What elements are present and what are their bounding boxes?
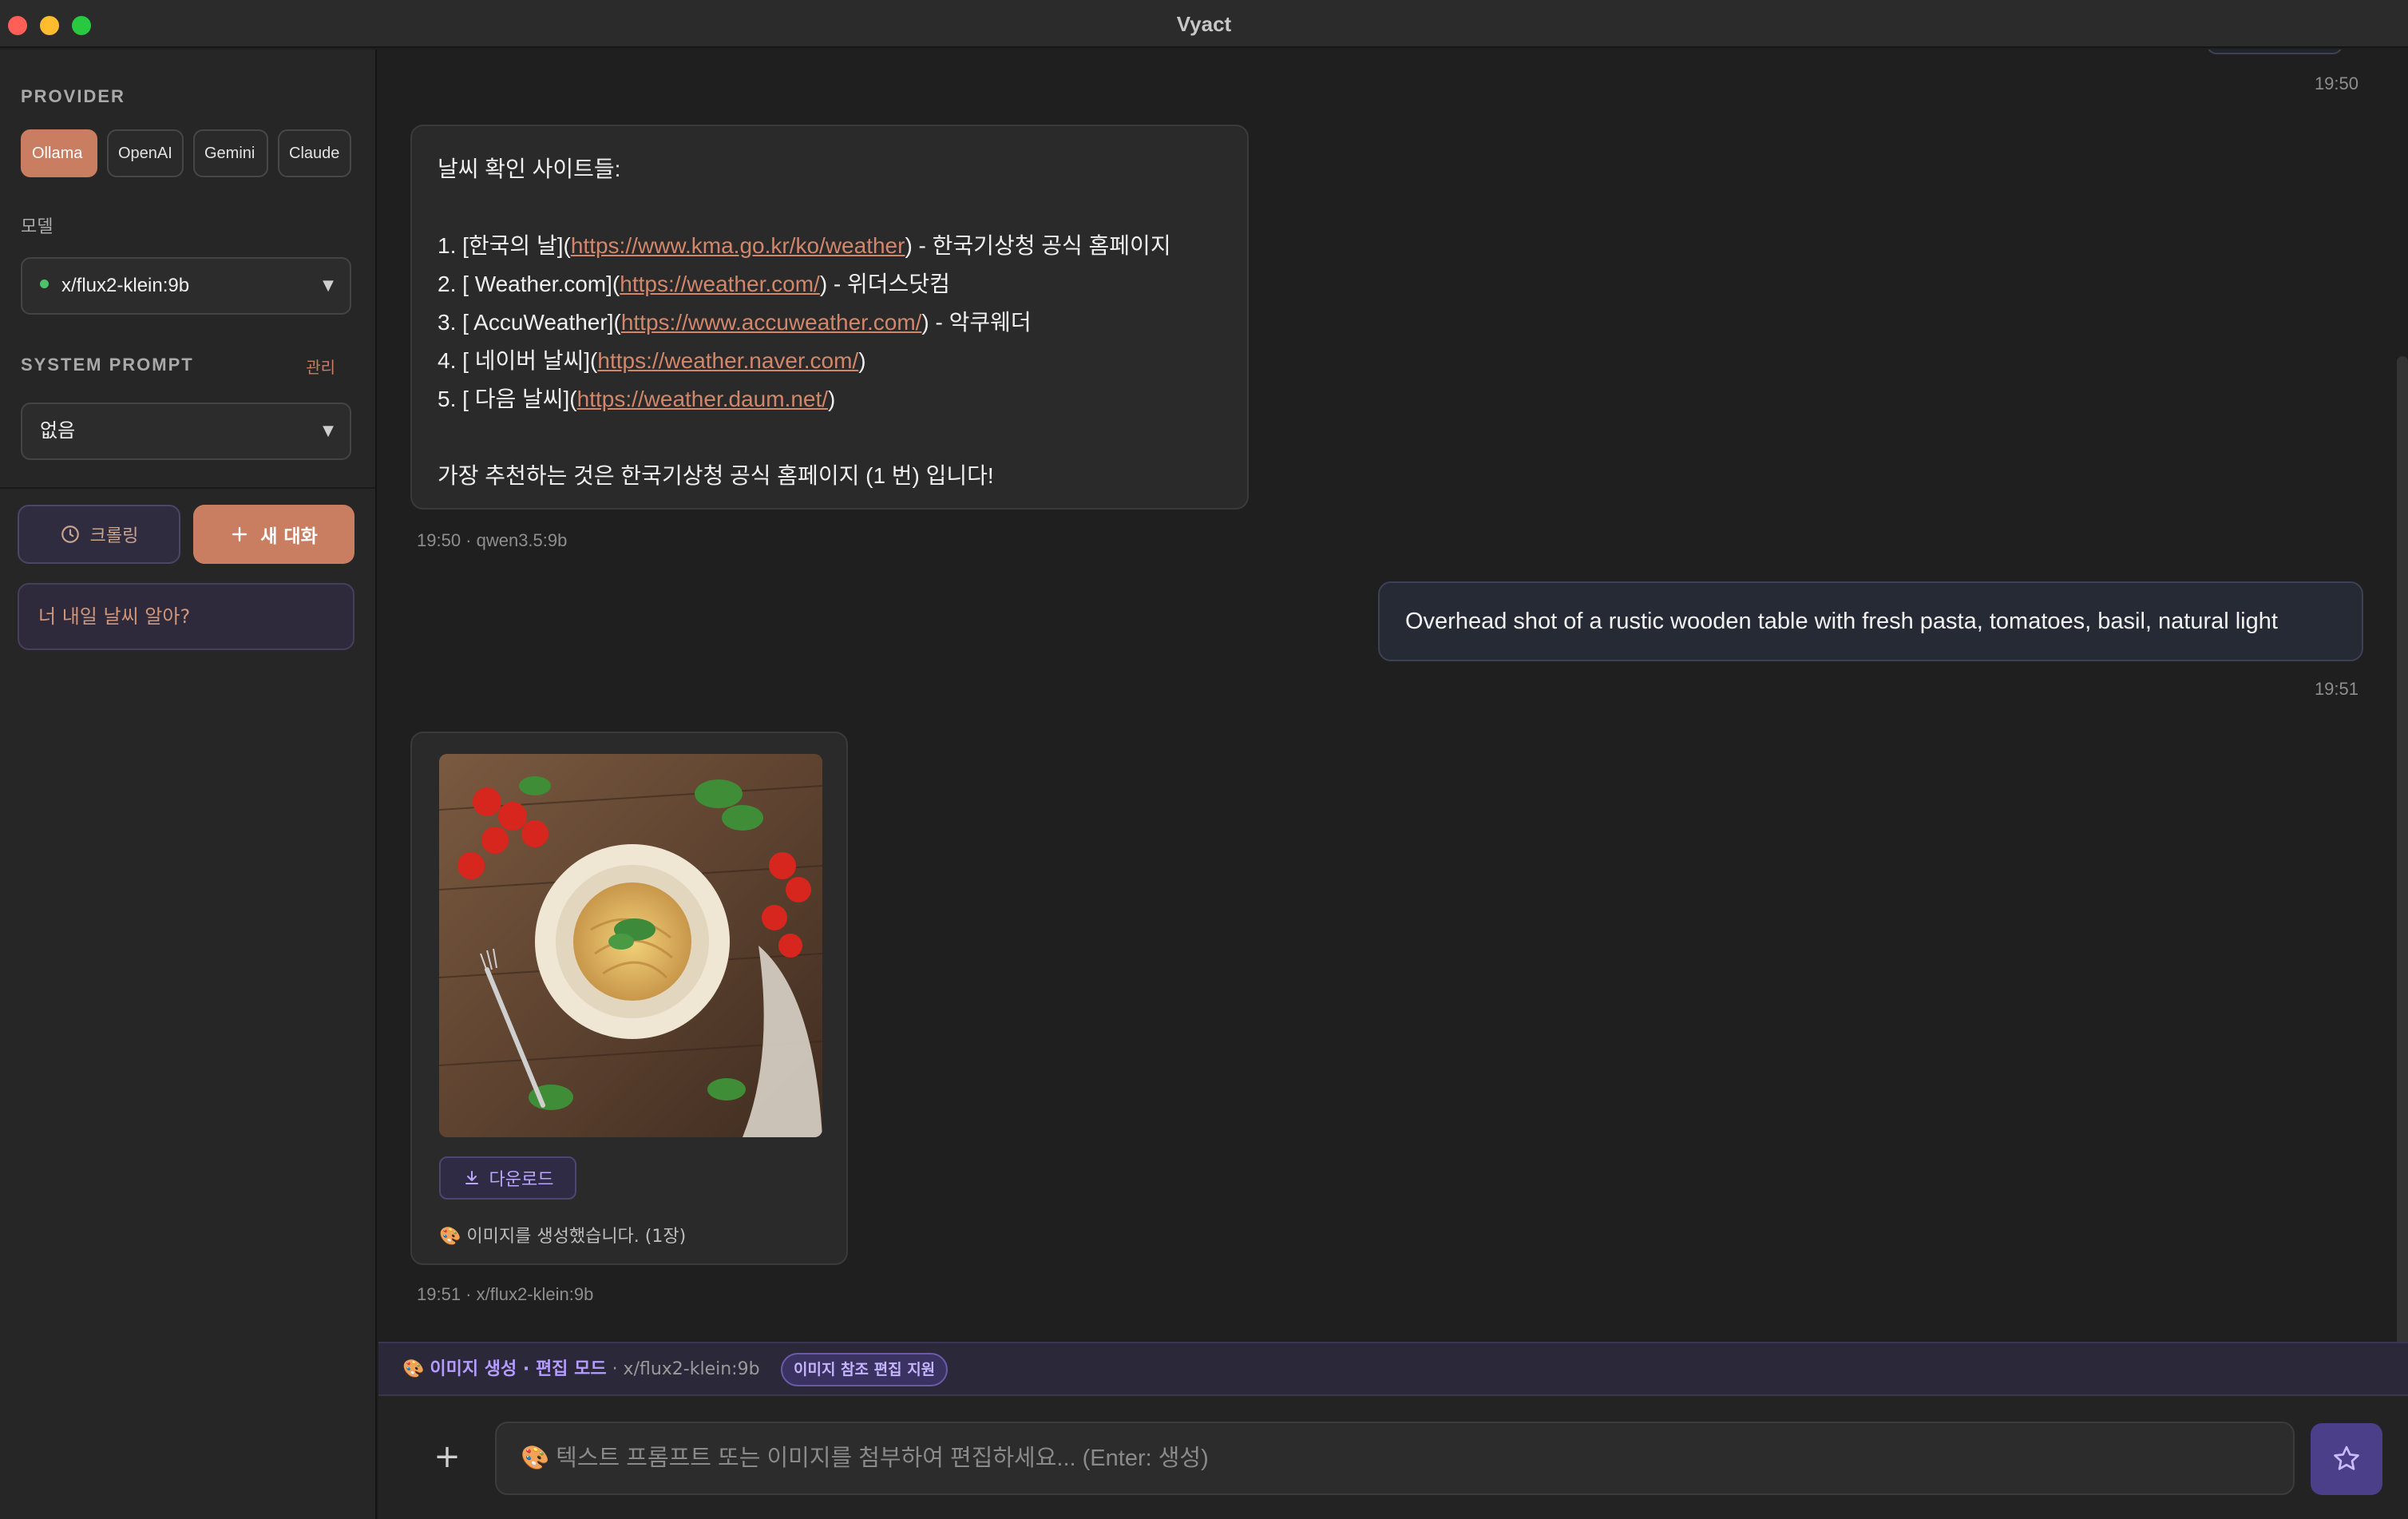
prompt-input[interactable] xyxy=(495,1422,2295,1495)
previous-message-bubble xyxy=(2207,50,2343,54)
conversation-item[interactable]: 너 내일 날씨 알아? xyxy=(18,583,354,650)
image-mode-model: · x/flux2-klein:9b xyxy=(612,1359,760,1379)
image-generation-status: 🎨 이미지를 생성했습니다. (1장) xyxy=(439,1222,686,1247)
user-message-time: 19:51 xyxy=(2314,679,2358,699)
attach-plus-button[interactable]: + xyxy=(431,1441,463,1474)
weather-link[interactable]: https://weather.com/ xyxy=(620,272,820,296)
chevron-down-icon: ▼ xyxy=(323,277,334,294)
download-button-label: 다운로드 xyxy=(489,1170,554,1190)
provider-selector: Ollama OpenAI Gemini Claude xyxy=(21,129,351,177)
list-item: 3. [ AccuWeather](https://www.accuweathe… xyxy=(438,310,1032,335)
list-item: 1. [한국의 날](https://www.kma.go.kr/ko/weat… xyxy=(438,233,1171,258)
system-prompt-label: SYSTEM PROMPT xyxy=(21,355,194,375)
system-prompt-select-value: 없음 xyxy=(40,420,76,442)
image-message: 다운로드 🎨 이미지를 생성했습니다. (1장) xyxy=(410,732,848,1265)
model-select-value: x/flux2-klein:9b xyxy=(61,275,190,296)
assistant-message-intro: 날씨 확인 사이트들: xyxy=(438,157,621,181)
plus-icon xyxy=(232,526,248,542)
list-item: 5. [ 다음 날씨](https://weather.daum.net/) xyxy=(438,387,836,411)
chat-scrollbar[interactable] xyxy=(2397,356,2408,1342)
palette-icon: 🎨 xyxy=(402,1359,425,1379)
download-button[interactable]: 다운로드 xyxy=(439,1156,576,1200)
image-generation-status-text: 이미지를 생성했습니다. (1장) xyxy=(466,1227,687,1247)
model-status-dot xyxy=(40,280,49,289)
chevron-down-icon: ▼ xyxy=(323,422,334,439)
weather-link[interactable]: https://weather.naver.com/ xyxy=(597,348,858,373)
system-prompt-manage-link[interactable]: 관리 xyxy=(306,355,335,378)
provider-openai-button[interactable]: OpenAI xyxy=(107,129,184,177)
image-mode-title: 이미지 생성 · 편집 모드 xyxy=(430,1359,607,1379)
assistant-message-closing: 가장 추천하는 것은 한국기상청 공식 홈페이지 (1 번) 입니다! xyxy=(438,463,994,488)
image-mode-bar: 🎨 이미지 생성 · 편집 모드 · x/flux2-klein:9b 이미지 … xyxy=(378,1342,2408,1396)
window-title: Vyact xyxy=(1176,12,1232,36)
sparkle-star-icon xyxy=(2334,1446,2359,1470)
chat-panel: 19:50 날씨 확인 사이트들: 1. [한국의 날](https://www… xyxy=(378,50,2408,1342)
provider-claude-button[interactable]: Claude xyxy=(278,129,351,177)
message-timestamp: 19:50 xyxy=(2314,73,2358,93)
weather-link[interactable]: https://www.kma.go.kr/ko/weather xyxy=(571,233,905,258)
model-label: 모델 xyxy=(21,216,53,236)
history-button-label: 크롤링 xyxy=(89,526,139,546)
palette-icon: 🎨 xyxy=(439,1227,461,1247)
provider-gemini-button[interactable]: Gemini xyxy=(193,129,268,177)
title-bar: Vyact xyxy=(0,0,2408,48)
system-prompt-select[interactable]: 없음 ▼ xyxy=(21,403,351,460)
weather-link[interactable]: https://weather.daum.net/ xyxy=(577,387,828,411)
sidebar: PROVIDER Ollama OpenAI Gemini Claude 모델 … xyxy=(0,50,377,1519)
user-message: Overhead shot of a rustic wooden table w… xyxy=(1378,581,2363,661)
image-reference-edit-badge: 이미지 참조 편집 지원 xyxy=(781,1353,949,1386)
clock-icon xyxy=(61,526,79,543)
download-icon xyxy=(465,1171,478,1184)
list-item: 2. [ Weather.com](https://weather.com/) … xyxy=(438,272,950,296)
generate-button[interactable] xyxy=(2311,1423,2382,1495)
assistant-message-meta: 19:50 · qwen3.5:9b xyxy=(417,530,568,550)
composer: + xyxy=(378,1396,2408,1519)
new-chat-button[interactable]: 새 대화 xyxy=(193,505,354,564)
list-item: 4. [ 네이버 날씨](https://weather.naver.com/) xyxy=(438,348,866,373)
provider-ollama-button[interactable]: Ollama xyxy=(21,129,97,177)
history-button[interactable]: 크롤링 xyxy=(18,505,180,564)
image-message-meta: 19:51 · x/flux2-klein:9b xyxy=(417,1284,594,1304)
provider-label: PROVIDER xyxy=(21,86,125,106)
weather-link[interactable]: https://www.accuweather.com/ xyxy=(621,310,922,335)
new-chat-button-label: 새 대화 xyxy=(260,526,318,547)
model-select[interactable]: x/flux2-klein:9b ▼ xyxy=(21,257,351,315)
sidebar-divider xyxy=(0,487,375,489)
assistant-message: 날씨 확인 사이트들: 1. [한국의 날](https://www.kma.g… xyxy=(410,125,1249,510)
generated-image[interactable] xyxy=(439,754,822,1137)
